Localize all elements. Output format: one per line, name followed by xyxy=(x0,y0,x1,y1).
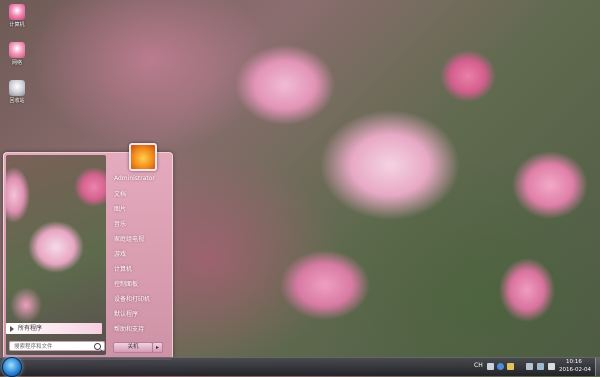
user-picture[interactable] xyxy=(129,143,157,171)
start-link-help-support[interactable]: 帮助和支持 xyxy=(114,324,144,333)
start-link-computer[interactable]: 计算机 xyxy=(114,264,132,273)
start-link-devices-printers[interactable]: 设备和打印机 xyxy=(114,294,150,303)
all-programs-label: 所有程序 xyxy=(18,325,43,332)
shutdown-options-button[interactable]: ▸ xyxy=(152,342,163,353)
desktop-icon-label: 回收站 xyxy=(9,98,25,104)
computer-icon xyxy=(9,4,25,20)
desktop-icon-label: 计算机 xyxy=(9,22,25,28)
show-desktop-button[interactable] xyxy=(595,358,600,376)
network-icon xyxy=(9,42,25,58)
search-placeholder: 搜索程序和文件 xyxy=(14,344,53,350)
network-icon[interactable] xyxy=(537,363,544,370)
desktop-icon-label: 网络 xyxy=(11,60,22,66)
start-link-music[interactable]: 音乐 xyxy=(114,219,126,228)
help-icon[interactable] xyxy=(497,363,504,370)
start-menu: 所有程序 搜索程序和文件 Administrator 文档 图片 音乐 家庭组电… xyxy=(3,143,173,360)
desktop-icon-computer[interactable]: 计算机 xyxy=(4,4,30,28)
start-link-default-programs[interactable]: 默认程序 xyxy=(114,309,138,318)
start-link-pictures[interactable]: 图片 xyxy=(114,204,126,213)
start-link-homegroup[interactable]: 家庭组电视 xyxy=(114,234,144,243)
start-link-documents[interactable]: 文档 xyxy=(114,189,126,198)
desktop-icon-recycle-bin[interactable]: 回收站 xyxy=(4,80,30,104)
taskbar: CH 10:16 2016-02-04 xyxy=(0,357,600,377)
volume-icon[interactable] xyxy=(548,363,555,370)
display-icon[interactable] xyxy=(526,363,533,370)
start-link-games[interactable]: 游戏 xyxy=(114,249,126,258)
desktop-icon-network[interactable]: 网络 xyxy=(4,42,30,66)
user-name-link[interactable]: Administrator xyxy=(114,175,155,182)
recycle-bin-icon xyxy=(9,80,25,96)
start-search-input[interactable]: 搜索程序和文件 xyxy=(9,341,105,351)
start-button[interactable] xyxy=(2,357,22,377)
all-programs-button[interactable]: 所有程序 xyxy=(6,323,102,334)
clock-time[interactable]: 10:16 xyxy=(566,359,582,365)
arrow-right-icon xyxy=(10,325,14,332)
keyboard-icon[interactable] xyxy=(487,363,494,370)
language-indicator[interactable]: CH xyxy=(474,362,483,369)
shutdown-button[interactable]: 关机 xyxy=(113,342,153,353)
clock-date[interactable]: 2016-02-04 xyxy=(559,367,591,373)
flag-icon[interactable] xyxy=(507,363,514,370)
start-link-control-panel[interactable]: 控制面板 xyxy=(114,279,138,288)
search-icon xyxy=(94,343,101,350)
